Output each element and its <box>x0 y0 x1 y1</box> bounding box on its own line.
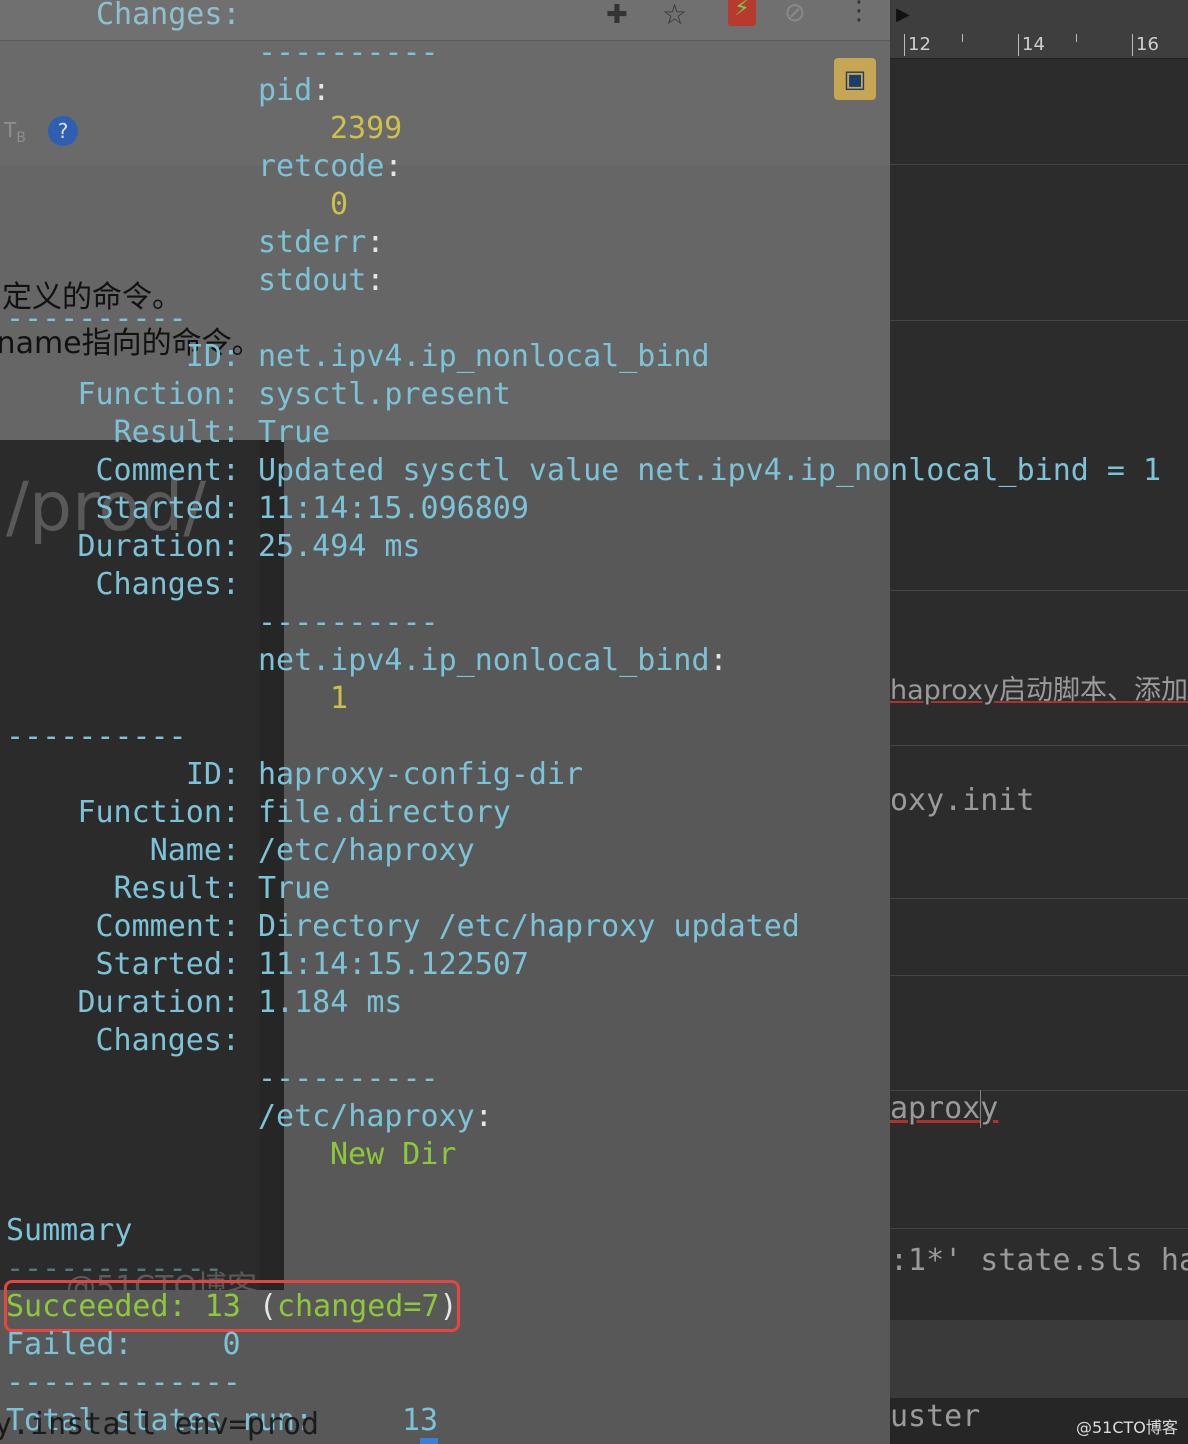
ruler-label: 16 <box>1136 34 1159 55</box>
separator: ---------- <box>6 719 187 754</box>
duration-label: Duration: <box>77 985 240 1020</box>
editor-divider <box>890 1228 1188 1229</box>
id-label: ID: <box>185 757 240 792</box>
started-value: 11:14:15.096809 <box>258 491 529 526</box>
comment-label: Comment: <box>95 909 241 944</box>
editor-divider <box>890 745 1188 746</box>
result-label: Result: <box>113 415 240 450</box>
changes-key-line: net.ipv4.ip_nonlocal_bind: <box>258 643 728 678</box>
right-panel-text: uster <box>890 1399 981 1434</box>
retcode-key: retcode <box>258 149 385 184</box>
overlap-command-text: y.install env=prod <box>0 1407 320 1442</box>
pid-line: pid: <box>258 73 331 108</box>
stdout-key: stdout <box>258 263 367 298</box>
highlight-box <box>4 1280 460 1332</box>
changes-key: /etc/haproxy <box>258 1099 475 1134</box>
separator: ---------- <box>6 301 187 336</box>
more-icon[interactable]: ⋮ <box>846 0 872 26</box>
failed-line: Failed: 0 <box>6 1326 241 1364</box>
font-icon[interactable]: TB <box>4 118 26 146</box>
editor-divider <box>890 320 1188 321</box>
changes-label: Changes: <box>95 1023 241 1058</box>
cursor-block <box>420 1438 438 1444</box>
editor-footer <box>890 1320 1188 1400</box>
ruler-tick <box>904 34 905 56</box>
right-panel-text: oxy.init <box>890 783 1035 818</box>
function-value: file.directory <box>258 795 511 830</box>
play-icon[interactable]: ▶ <box>896 4 910 25</box>
ruler-tick <box>962 34 963 42</box>
ruler: 12 14 16 ▶ <box>890 0 1188 59</box>
editor-divider <box>890 590 1188 591</box>
puzzle-icon[interactable]: ✚ <box>606 0 628 30</box>
started-value: 11:14:15.122507 <box>258 947 529 982</box>
disabled-icon[interactable]: ⊘ <box>784 0 806 28</box>
editor-divider <box>890 975 1188 976</box>
ruler-label: 12 <box>908 34 931 55</box>
result-value: True <box>258 415 331 450</box>
function-label: Function: <box>77 795 240 830</box>
retcode-line: retcode: <box>258 149 403 184</box>
changes-key: net.ipv4.ip_nonlocal_bind <box>258 643 710 678</box>
total-value: 13 <box>402 1403 439 1438</box>
result-label: Result: <box>113 871 240 906</box>
site-watermark: @51CTO博客 <box>1076 1418 1178 1437</box>
stderr-line: stderr: <box>258 225 385 260</box>
text-cursor <box>980 1090 981 1128</box>
separator: ---------- <box>258 605 439 640</box>
ruler-tick <box>1076 34 1077 42</box>
separator: ------------- <box>6 1365 241 1400</box>
right-panel-text: haproxy启动脚本、添加 <box>890 675 1188 706</box>
changes-value: 1 <box>330 681 349 716</box>
star-icon[interactable]: ☆ <box>662 0 687 31</box>
ruler-tick <box>1018 34 1019 56</box>
id-label: ID: <box>185 339 240 374</box>
failed-label: Failed: <box>6 1327 133 1362</box>
separator: ---------- <box>258 1061 439 1096</box>
stdout-line: stdout: <box>258 263 385 298</box>
duration-value: 1.184 ms <box>258 985 403 1020</box>
name-value: /etc/haproxy <box>258 833 475 868</box>
pid-value: 2399 <box>330 111 403 146</box>
changes-value: New Dir <box>330 1137 457 1172</box>
pid-key: pid <box>258 73 313 108</box>
duration-label: Duration: <box>77 529 240 564</box>
id-value: haproxy-config-dir <box>258 757 584 792</box>
started-label: Started: <box>95 491 241 526</box>
comment-value: Updated sysctl value net.ipv4.ip_nonloca… <box>258 453 1162 488</box>
separator: ---------- <box>258 35 439 70</box>
help-icon[interactable]: ? <box>48 116 78 146</box>
duration-value: 25.494 ms <box>258 529 421 564</box>
right-panel-text: :1*' state.sls hapr <box>890 1243 1188 1278</box>
flash-icon[interactable]: ⚡ <box>728 0 756 26</box>
function-label: Function: <box>77 377 240 412</box>
ruler-tick <box>1132 34 1133 56</box>
comment-label: Comment: <box>95 453 241 488</box>
name-label: Name: <box>149 833 240 868</box>
retcode-value: 0 <box>330 187 349 222</box>
stderr-key: stderr <box>258 225 367 260</box>
changes-key-line: /etc/haproxy: <box>258 1099 493 1134</box>
changes-label: Changes: <box>95 567 241 602</box>
summary-title: Summary <box>6 1213 133 1248</box>
started-label: Started: <box>95 947 241 982</box>
right-panel-text: aproxy <box>890 1091 999 1126</box>
result-value: True <box>258 871 331 906</box>
monitor-icon[interactable]: ▣ <box>834 58 876 100</box>
comment-value: Directory /etc/haproxy updated <box>258 909 800 944</box>
failed-value: 0 <box>222 1327 241 1362</box>
peek-changes-text: Changes: <box>96 0 241 32</box>
id-value: net.ipv4.ip_nonlocal_bind <box>258 339 710 374</box>
ruler-label: 14 <box>1022 34 1045 55</box>
function-value: sysctl.present <box>258 377 511 412</box>
editor-divider <box>890 164 1188 165</box>
editor-divider <box>890 898 1188 899</box>
